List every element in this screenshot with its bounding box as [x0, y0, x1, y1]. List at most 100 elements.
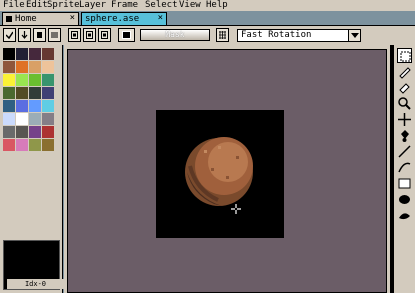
palette-swatch[interactable]	[42, 48, 54, 60]
pivot-button-3[interactable]	[98, 28, 111, 42]
palette-swatch[interactable]	[3, 139, 15, 151]
curve-icon	[398, 162, 411, 173]
palette-swatch[interactable]	[16, 126, 28, 138]
paint-bucket-tool[interactable]	[397, 128, 412, 143]
sphere-sprite	[185, 137, 253, 206]
marquee-tool[interactable]	[397, 48, 412, 63]
mask-slider[interactable]: Mask	[140, 29, 210, 41]
eraser-icon	[399, 83, 410, 94]
palette-swatch[interactable]	[42, 113, 54, 125]
menu-file[interactable]: File	[3, 0, 25, 11]
palette-swatch[interactable]	[3, 126, 15, 138]
palette-swatch[interactable]	[16, 87, 28, 99]
blur-icon	[399, 213, 410, 220]
tab-home[interactable]: Home ×	[2, 12, 79, 25]
palette-swatch[interactable]	[29, 113, 41, 125]
pivot-grid-icon	[71, 31, 78, 39]
tab-home-label: Home	[15, 14, 37, 24]
palette-swatch[interactable]	[3, 87, 15, 99]
sprite-canvas[interactable]	[156, 110, 284, 238]
arrow-down-icon	[21, 31, 28, 39]
palette-swatch[interactable]	[42, 100, 54, 112]
palette-swatch[interactable]	[3, 74, 15, 86]
curve-tool[interactable]	[397, 160, 412, 175]
palette-swatch[interactable]	[3, 61, 15, 73]
pencil-icon	[399, 67, 411, 79]
rectangle-tool[interactable]	[397, 176, 412, 191]
menu-frame[interactable]: Frame	[111, 0, 138, 11]
palette-swatch[interactable]	[29, 139, 41, 151]
pivot-button-1[interactable]	[68, 28, 81, 42]
line-icon	[398, 145, 411, 158]
menu-lines-button[interactable]	[48, 28, 61, 42]
palette-swatch[interactable]	[16, 100, 28, 112]
palette-swatch[interactable]	[16, 48, 28, 60]
move-icon	[398, 113, 411, 126]
palette-swatch[interactable]	[3, 113, 15, 125]
pivot-button-2[interactable]	[83, 28, 96, 42]
color-swatch-icon	[122, 31, 131, 39]
palette-swatch[interactable]	[29, 87, 41, 99]
menu-sprite[interactable]: Sprite	[47, 0, 80, 11]
palette-swatch[interactable]	[3, 100, 15, 112]
blur-tool[interactable]	[397, 208, 412, 223]
palette-swatch[interactable]	[29, 74, 41, 86]
palette-swatch[interactable]	[42, 87, 54, 99]
bucket-icon	[401, 130, 409, 142]
menu-select[interactable]: Select	[145, 0, 178, 11]
grid-icon	[219, 31, 226, 39]
palette-swatch[interactable]	[16, 113, 28, 125]
tab-sphere[interactable]: sphere.ase ×	[81, 12, 167, 25]
palette-swatch[interactable]	[29, 61, 41, 73]
ellipse-icon	[399, 195, 410, 204]
square-icon	[37, 32, 42, 38]
pivot-grid-icon	[101, 31, 108, 39]
marquee-icon	[400, 51, 411, 62]
rotation-algorithm-select[interactable]: Fast Rotation	[237, 29, 361, 42]
palette-swatch[interactable]	[29, 100, 41, 112]
palette-index-label: Idx-0	[7, 279, 64, 289]
context-bar: Mask Fast Rotation	[0, 25, 415, 45]
pencil-tool[interactable]	[397, 64, 412, 79]
drop-pixels-cancel-button[interactable]	[18, 28, 31, 42]
palette-swatch[interactable]	[42, 74, 54, 86]
line-tool[interactable]	[397, 144, 412, 159]
transparent-color-button[interactable]	[118, 28, 135, 42]
palette-swatch[interactable]	[16, 74, 28, 86]
palette-swatch[interactable]	[42, 139, 54, 151]
palette-swatch[interactable]	[16, 139, 28, 151]
rotation-algorithm-value: Fast Rotation	[241, 30, 312, 40]
palette-swatch[interactable]	[16, 61, 28, 73]
menu-edit[interactable]: Edit	[26, 0, 48, 11]
editor-canvas[interactable]	[67, 49, 387, 293]
menu-layer[interactable]: Layer	[79, 0, 106, 11]
eraser-tool[interactable]	[397, 80, 412, 95]
drop-pixels-confirm-button[interactable]	[3, 28, 16, 42]
palette-panel: Idx-0	[0, 45, 64, 293]
scrollbar-track[interactable]	[391, 45, 394, 293]
palette-swatch[interactable]	[29, 126, 41, 138]
rectangle-icon	[398, 178, 411, 189]
canvas-area	[64, 45, 390, 293]
move-tool[interactable]	[397, 112, 412, 127]
tab-home-close-icon[interactable]: ×	[70, 13, 75, 24]
chevron-down-icon[interactable]	[348, 30, 360, 41]
menu-help[interactable]: Help	[206, 0, 228, 11]
crosshair-cursor-icon	[231, 204, 241, 214]
palette-swatch[interactable]	[42, 126, 54, 138]
palette-swatch[interactable]	[29, 48, 41, 60]
tab-sphere-label: sphere.ase	[85, 14, 140, 24]
palette-swatch[interactable]	[3, 48, 15, 60]
tab-sphere-close-icon[interactable]: ×	[158, 13, 163, 24]
home-icon	[6, 16, 12, 22]
stop-button[interactable]	[33, 28, 46, 42]
magnifier-icon	[398, 97, 411, 110]
color-preview: Idx-0	[3, 240, 64, 290]
palette-swatch[interactable]	[42, 61, 54, 73]
rotation-options-button[interactable]	[216, 28, 229, 42]
tool-bar	[390, 45, 415, 293]
mask-label: Mask	[165, 30, 185, 39]
menu-view[interactable]: View	[179, 0, 201, 11]
ellipse-tool[interactable]	[397, 192, 412, 207]
zoom-tool[interactable]	[397, 96, 412, 111]
